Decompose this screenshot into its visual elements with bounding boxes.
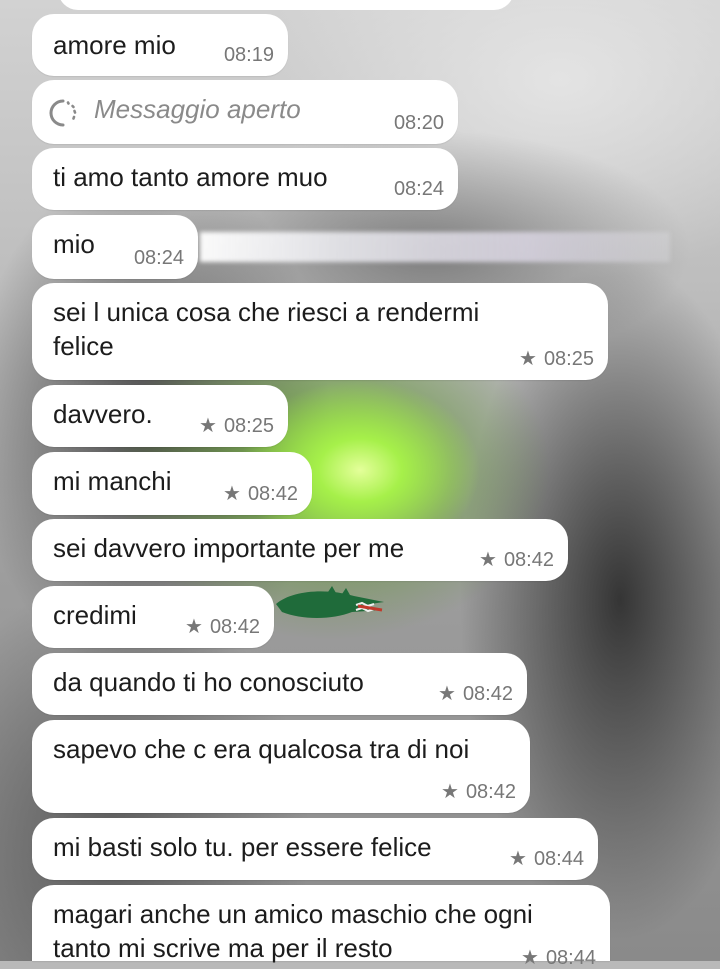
message-time: 08:44 bbox=[533, 848, 584, 870]
message-time: 08:25 bbox=[223, 415, 274, 437]
message-bubble[interactable]: credimi ★ 08:42 bbox=[32, 586, 274, 648]
message-text: sapevo che c era qualcosa tra di noi bbox=[53, 734, 470, 764]
message-text-line: magari anche un amico maschio che ogni bbox=[53, 899, 533, 929]
message-text: da quando ti ho conosciuto bbox=[53, 667, 364, 697]
message-text: credimi bbox=[53, 600, 137, 630]
message-time: 08:42 bbox=[247, 483, 298, 505]
message-meta: ★ 08:25 bbox=[519, 348, 594, 370]
star-icon: ★ bbox=[479, 549, 497, 571]
star-icon: ★ bbox=[185, 616, 203, 638]
message-time: 08:42 bbox=[503, 549, 554, 571]
message-meta: ★ 08:25 bbox=[199, 415, 274, 437]
message-text: magari anche un amico maschio che ogni t… bbox=[53, 897, 533, 965]
message-time: 08:44 bbox=[545, 947, 596, 969]
message-text: mi manchi bbox=[53, 466, 172, 496]
message-text: amore mio bbox=[53, 30, 176, 60]
message-text: davvero. bbox=[53, 399, 153, 429]
message-meta: 08:24 bbox=[134, 247, 184, 269]
crocodile-logo-image bbox=[276, 586, 384, 618]
message-text: sei davvero importante per me bbox=[53, 533, 405, 563]
star-icon: ★ bbox=[199, 415, 217, 437]
message-meta: ★ 08:42 bbox=[223, 483, 298, 505]
message-bubble[interactable]: amore mio 08:19 bbox=[32, 14, 288, 76]
message-text-line: felice bbox=[53, 331, 114, 361]
star-icon: ★ bbox=[521, 947, 539, 969]
message-meta: ★ 08:42 bbox=[185, 616, 260, 638]
message-time: 08:24 bbox=[133, 247, 184, 269]
message-text: ti amo tanto amore muo bbox=[53, 162, 328, 192]
star-icon: ★ bbox=[438, 683, 456, 705]
message-text: mio bbox=[53, 229, 95, 259]
message-meta: ★ 08:44 bbox=[521, 947, 596, 969]
message-bubble[interactable]: da quando ti ho conosciuto ★ 08:42 bbox=[32, 653, 527, 715]
message-bubble[interactable]: magari anche un amico maschio che ogni t… bbox=[32, 885, 610, 969]
message-bubble[interactable]: mi basti solo tu. per essere felice ★ 08… bbox=[32, 818, 598, 880]
message-bubble[interactable]: sei davvero importante per me ★ 08:42 bbox=[32, 519, 568, 581]
message-meta: ★ 08:42 bbox=[438, 683, 513, 705]
message-bubble-opened[interactable]: Messaggio aperto 08:20 bbox=[32, 80, 458, 144]
message-meta: ★ 08:42 bbox=[479, 549, 554, 571]
message-time: 08:42 bbox=[209, 616, 260, 638]
redacted-area bbox=[200, 232, 670, 262]
message-time: 08:24 bbox=[393, 178, 444, 200]
message-time: 08:25 bbox=[543, 348, 594, 370]
message-bubble[interactable]: sei l unica cosa che riesci a rendermi f… bbox=[32, 283, 608, 380]
message-bubble[interactable]: sapevo che c era qualcosa tra di noi ★ 0… bbox=[32, 720, 530, 813]
star-icon: ★ bbox=[519, 348, 537, 370]
message-text: sei l unica cosa che riesci a rendermi f… bbox=[53, 295, 479, 363]
message-text-line: tanto mi scrive ma per il resto bbox=[53, 933, 393, 963]
star-icon: ★ bbox=[223, 483, 241, 505]
message-bubble[interactable]: ti amo tanto amore muo 08:24 bbox=[32, 148, 458, 210]
message-text: Messaggio aperto bbox=[94, 94, 301, 124]
message-bubble[interactable]: mio 08:24 bbox=[32, 215, 198, 279]
loading-circle-icon bbox=[49, 99, 77, 127]
message-text: mi basti solo tu. per essere felice bbox=[53, 832, 432, 862]
message-meta: ★ 08:44 bbox=[509, 848, 584, 870]
message-time: 08:42 bbox=[462, 683, 513, 705]
message-meta: 08:19 bbox=[224, 44, 274, 66]
message-meta: ★ 08:42 bbox=[441, 781, 516, 803]
message-meta: 08:24 bbox=[394, 178, 444, 200]
message-time: 08:19 bbox=[223, 44, 274, 66]
message-time: 08:20 bbox=[393, 112, 444, 134]
message-bubble[interactable]: davvero. ★ 08:25 bbox=[32, 385, 288, 447]
star-icon: ★ bbox=[441, 781, 459, 803]
message-text-line: sei l unica cosa che riesci a rendermi bbox=[53, 297, 480, 327]
message-bubble[interactable]: mi manchi ★ 08:42 bbox=[32, 452, 312, 515]
star-icon: ★ bbox=[509, 848, 527, 870]
message-time: 08:42 bbox=[465, 781, 516, 803]
previous-message-bubble-fragment bbox=[58, 0, 514, 10]
message-meta: 08:20 bbox=[394, 112, 444, 134]
